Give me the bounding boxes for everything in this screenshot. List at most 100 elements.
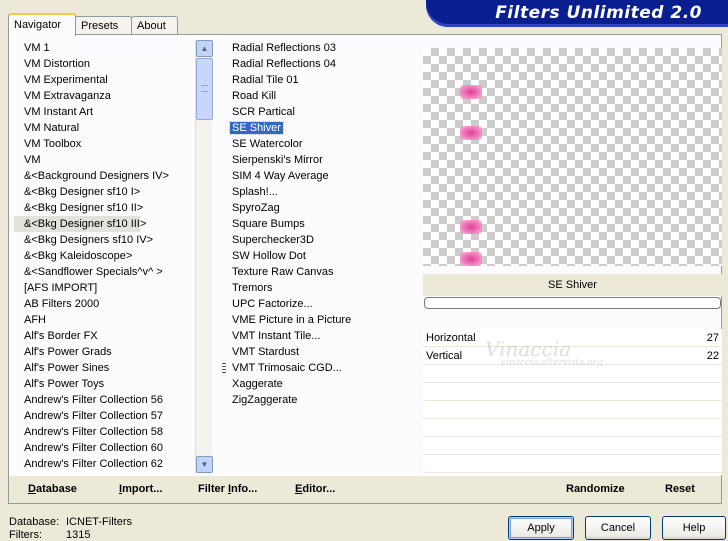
database-label: Database:: [9, 516, 60, 528]
filter-item-label: SCR Partical: [232, 106, 295, 118]
preview-pink-mark: [460, 220, 482, 234]
category-item[interactable]: Andrew's Filter Collection 57: [14, 408, 203, 424]
reset-button[interactable]: Reset: [665, 483, 695, 495]
filter-item[interactable]: Tremors: [217, 280, 416, 296]
filter-item[interactable]: VME Picture in a Picture: [217, 312, 416, 328]
filter-item-label: Radial Reflections 04: [232, 58, 336, 70]
category-item[interactable]: Alf's Power Toys: [14, 376, 203, 392]
category-item[interactable]: Andrew's Filter Collection 62: [14, 456, 203, 472]
filter-item[interactable]: Xaggerate: [217, 376, 416, 392]
filter-item[interactable]: Radial Reflections 04: [217, 56, 416, 72]
filter-item[interactable]: SE Shiver: [217, 120, 416, 136]
filter-item-label: Radial Reflections 03: [232, 42, 336, 54]
filter-item-label: Square Bumps: [232, 218, 305, 230]
category-item[interactable]: &<Bkg Designer sf10 II>: [14, 200, 203, 216]
filter-item-label: VMT Trimosaic CGD...: [232, 362, 342, 374]
param-label: Horizontal: [426, 332, 476, 344]
editor-button[interactable]: Editor...: [295, 483, 335, 495]
filter-item[interactable]: ZigZaggerate: [217, 392, 416, 408]
tab-navigator[interactable]: Navigator: [8, 13, 76, 36]
category-item[interactable]: AB Filters 2000: [14, 296, 203, 312]
category-item[interactable]: &<Bkg Designers sf10 IV>: [14, 232, 203, 248]
database-button[interactable]: Database: [28, 483, 77, 495]
preview-canvas: [423, 48, 722, 266]
param-label: Vertical: [426, 350, 463, 362]
category-item[interactable]: Andrew's Filter Collection 60: [14, 440, 203, 456]
filter-item[interactable]: Radial Tile 01: [217, 72, 416, 88]
category-item[interactable]: VM Instant Art: [14, 104, 203, 120]
filter-item[interactable]: VMT Instant Tile...: [217, 328, 416, 344]
category-item[interactable]: VM Distortion: [14, 56, 203, 72]
filter-item-label: UPC Factorize...: [232, 298, 313, 310]
filter-item-label: SIM 4 Way Average: [232, 170, 329, 182]
category-item[interactable]: &<Bkg Designer sf10 III>: [14, 216, 146, 232]
filter-item[interactable]: Superchecker3D: [217, 232, 416, 248]
param-empty-row: [423, 383, 722, 401]
filter-list[interactable]: Radial Reflections 03 Radial Reflections …: [217, 40, 416, 473]
category-item[interactable]: VM: [14, 152, 203, 168]
filter-item[interactable]: Road Kill: [217, 88, 416, 104]
filter-item[interactable]: SW Hollow Dot: [217, 248, 416, 264]
filter-item[interactable]: Square Bumps: [217, 216, 416, 232]
category-item[interactable]: VM Natural: [14, 120, 203, 136]
param-empty-row: [423, 401, 722, 419]
category-item[interactable]: &<Bkg Designer sf10 I>: [14, 184, 203, 200]
filter-item-label: ZigZaggerate: [232, 394, 298, 406]
filter-item[interactable]: Splash!...: [217, 184, 416, 200]
category-item[interactable]: Alf's Power Sines: [14, 360, 203, 376]
param-value: 22: [706, 350, 719, 362]
filter-item-label: Radial Tile 01: [232, 74, 299, 86]
category-item[interactable]: Andrew's Filter Collection 58: [14, 424, 203, 440]
filter-item[interactable]: Texture Raw Canvas: [217, 264, 416, 280]
filter-item-label: Texture Raw Canvas: [232, 266, 334, 278]
category-item[interactable]: &<Sandflower Specials^v^ >: [14, 264, 203, 280]
filter-item[interactable]: VMT Trimosaic CGD...: [217, 360, 416, 376]
category-item[interactable]: Alf's Border FX: [14, 328, 203, 344]
filter-item-label: SW Hollow Dot: [232, 250, 306, 262]
category-item[interactable]: Alf's Power Grads: [14, 344, 203, 360]
filter-item-label: Road Kill: [232, 90, 277, 102]
param-horizontal[interactable]: Horizontal 27: [423, 329, 722, 347]
scrollbar-thumb[interactable]: [196, 58, 213, 120]
category-item[interactable]: VM Extravaganza: [14, 88, 203, 104]
category-list[interactable]: VM 1 VM Distortion VM Experimental VM Extra…: [14, 40, 203, 473]
parameter-list: Horizontal 27 Vertical 22 Vinaccia vinac…: [423, 329, 722, 475]
filter-item[interactable]: UPC Factorize...: [217, 296, 416, 312]
category-scrollbar[interactable]: ▲ ▼: [195, 40, 213, 473]
import-button[interactable]: Import...: [119, 483, 162, 495]
filter-info-button[interactable]: Filter Info...: [198, 483, 257, 495]
filter-item[interactable]: VMT Stardust: [217, 344, 416, 360]
category-item[interactable]: VM Toolbox: [14, 136, 203, 152]
scroll-up-button[interactable]: ▲: [196, 40, 213, 57]
cancel-button[interactable]: Cancel: [585, 516, 651, 540]
category-item[interactable]: VM 1: [14, 40, 203, 56]
tab-about[interactable]: About: [131, 16, 178, 35]
param-empty-row: [423, 419, 722, 437]
randomize-button[interactable]: Randomize: [566, 483, 625, 495]
category-item[interactable]: [AFS IMPORT]: [14, 280, 203, 296]
filter-item[interactable]: SCR Partical: [217, 104, 416, 120]
filter-item[interactable]: Radial Reflections 03: [217, 40, 416, 56]
app-title: Filters Unlimited 2.0: [495, 3, 702, 23]
param-vertical[interactable]: Vertical 22: [423, 347, 722, 365]
filter-item[interactable]: SIM 4 Way Average: [217, 168, 416, 184]
filter-item-label: SpyroZag: [232, 202, 280, 214]
category-item[interactable]: &<Bkg Kaleidoscope>: [14, 248, 203, 264]
category-item[interactable]: Andrew's Filter Collection 56: [14, 392, 203, 408]
selected-filter-name: SE Shiver: [423, 274, 722, 296]
category-item[interactable]: VM Experimental: [14, 72, 203, 88]
grip-icon: [201, 85, 208, 92]
help-button[interactable]: Help: [662, 516, 726, 540]
title-banner: Filters Unlimited 2.0: [426, 0, 728, 27]
apply-button[interactable]: Apply: [508, 516, 574, 540]
filter-item[interactable]: Sierpenski's Mirror: [217, 152, 416, 168]
category-item[interactable]: AFH: [14, 312, 203, 328]
filter-item[interactable]: SE Watercolor: [217, 136, 416, 152]
scroll-down-button[interactable]: ▼: [196, 456, 213, 473]
filters-count: 1315: [66, 529, 91, 541]
tab-presets[interactable]: Presets: [75, 16, 132, 35]
filter-item-label: VMT Stardust: [232, 346, 300, 358]
filter-item[interactable]: SpyroZag: [217, 200, 416, 216]
param-value: 27: [706, 332, 719, 344]
category-item[interactable]: &<Background Designers IV>: [14, 168, 203, 184]
